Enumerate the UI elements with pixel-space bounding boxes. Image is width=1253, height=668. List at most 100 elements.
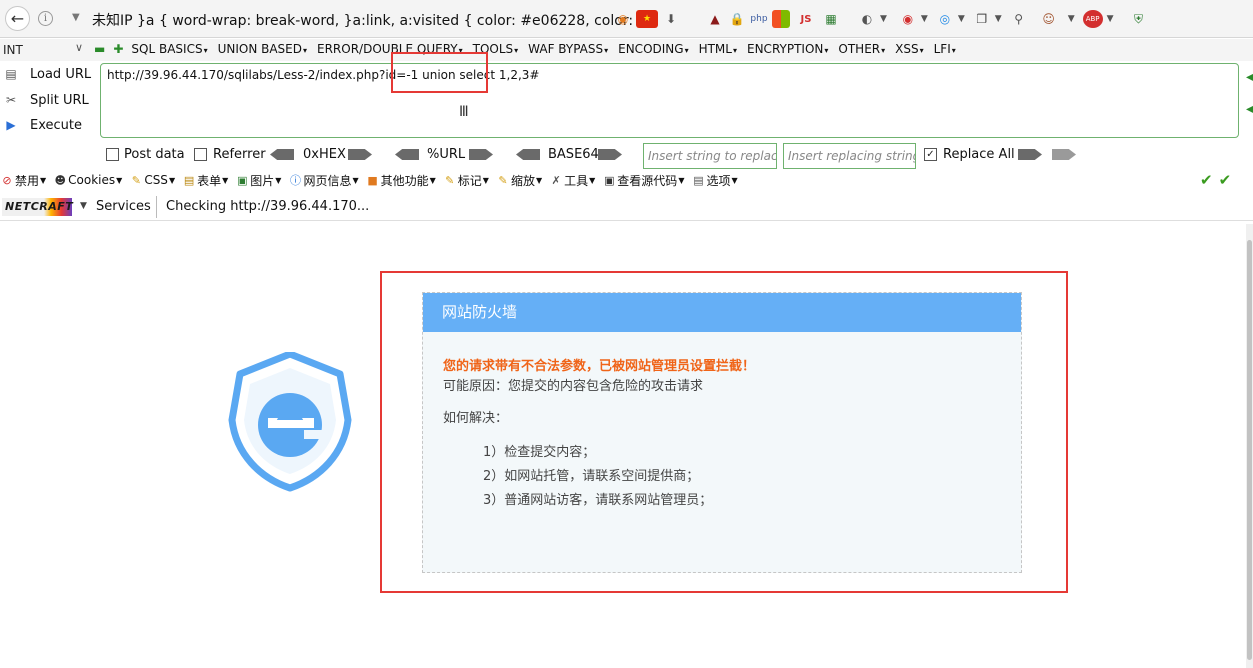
base64-decode-arrow-icon[interactable]	[516, 149, 540, 160]
menu-sql-basics[interactable]: SQL BASICS	[131, 42, 207, 56]
magnifier-icon[interactable]: ⚲	[1010, 10, 1028, 28]
load-url-icon: ▤	[5, 67, 17, 81]
toolbar-resize[interactable]: ✎ 缩放 ▼	[496, 172, 542, 189]
record-icon[interactable]: ◉	[899, 10, 917, 28]
tools-icon: ✗	[551, 173, 561, 187]
monkey-caret-icon[interactable]: ▼	[1068, 14, 1075, 24]
menu-other[interactable]: OTHER	[838, 42, 885, 56]
php-icon[interactable]: php	[750, 10, 768, 28]
referrer-checkbox[interactable]	[194, 148, 207, 161]
firewall-how: 如何解决：	[443, 411, 509, 426]
scissors-icon: ✂	[5, 93, 17, 107]
screenshot-icon[interactable]: ❐	[973, 10, 991, 28]
shield-ext-icon[interactable]: ⛨	[1130, 10, 1148, 28]
injection-type-select[interactable]: INT ∨	[0, 40, 86, 59]
back-button[interactable]: ←	[5, 6, 30, 31]
menu-lfi[interactable]: LFI	[934, 42, 956, 56]
toolbar-misc[interactable]: ■ 其他功能 ▼	[366, 172, 435, 189]
firewall-alert: 您的请求带有不合法参数，已被网站管理员设置拦截！	[443, 359, 756, 374]
validation-check-icons[interactable]: ✔✔	[1200, 171, 1237, 189]
dropdown-arrow-icon[interactable]: ▼	[72, 12, 80, 23]
menu-xss[interactable]: XSS	[895, 42, 923, 56]
adblock-icon[interactable]: ABP	[1082, 10, 1103, 28]
injection-type-value: INT	[3, 42, 23, 57]
download-icon[interactable]: ⬇	[662, 10, 680, 28]
toolbar-page-info[interactable]: ⓘ 网页信息 ▼	[288, 172, 359, 189]
replace-all-checkbox[interactable]: ✓	[924, 148, 937, 161]
js-icon[interactable]: JS	[794, 10, 818, 28]
firewall-card: 网站防火墙 您的请求带有不合法参数，已被网站管理员设置拦截！ 可能原因：您提交的…	[422, 292, 1022, 573]
globe-caret-icon[interactable]: ▼	[958, 14, 965, 24]
toolbar-css[interactable]: ✎ CSS ▼	[129, 173, 175, 187]
toolbar-tools[interactable]: ✗ 工具 ▼	[549, 172, 596, 189]
split-url-button[interactable]: ✂ Split URL	[0, 89, 96, 111]
replacing-string-input[interactable]: Insert replacing string	[783, 143, 916, 169]
toolbar-forms[interactable]: ▤ 表单 ▼	[182, 172, 228, 189]
record-caret-icon[interactable]: ▼	[921, 14, 928, 24]
menu-html[interactable]: HTML	[699, 42, 737, 56]
toolbar-forms-label: 表单	[197, 173, 222, 188]
netcraft-caret-icon[interactable]: ▼	[80, 201, 87, 211]
toolbar-images[interactable]: ▣ 图片 ▼	[235, 172, 281, 189]
highlight-box	[391, 52, 488, 93]
base64-encode-arrow-icon[interactable]	[598, 149, 622, 160]
base64-label: BASE64	[548, 147, 599, 162]
url-decode-arrow-icon[interactable]	[395, 149, 419, 160]
hackbar-menu-items: ▬ ✚ SQL BASICS UNION BASED ERROR/DOUBLE …	[94, 42, 966, 56]
screenshot-caret-icon[interactable]: ▼	[995, 14, 1002, 24]
url-encode-arrow-icon[interactable]	[469, 149, 493, 160]
toolbar-cookies[interactable]: ☻ Cookies ▼	[53, 173, 122, 187]
insert-string-input[interactable]: Insert string to replace	[643, 143, 777, 169]
scroll-thumb[interactable]	[1247, 240, 1252, 660]
plus-icon[interactable]: ✚	[113, 42, 123, 56]
menu-encoding[interactable]: ENCODING	[618, 42, 688, 56]
post-data-checkbox[interactable]	[106, 148, 119, 161]
windows-icon[interactable]	[772, 10, 790, 28]
menu-waf-bypass[interactable]: WAF BYPASS	[528, 42, 608, 56]
toolbar-view-source[interactable]: ▣ 查看源代码 ▼	[602, 172, 684, 189]
toolbar-outline[interactable]: ✎ 标记 ▼	[443, 172, 489, 189]
disable-icon: ⊘	[2, 173, 12, 187]
netcraft-logo[interactable]: NETCRAFT	[2, 198, 73, 216]
translate-icon[interactable]: ▦	[822, 10, 840, 28]
resize-pencil-icon: ✎	[498, 173, 508, 187]
marker-icon: ✎	[445, 173, 455, 187]
toolbar-disable[interactable]: ⊘ 禁用 ▼	[0, 172, 46, 189]
url-enc-label: %URL	[427, 147, 466, 162]
adblock-caret-icon[interactable]: ▼	[1107, 14, 1114, 24]
text-cursor-icon: Ⅲ	[459, 104, 469, 120]
info-icon[interactable]: i	[38, 11, 53, 26]
netcraft-services[interactable]: Services	[96, 199, 151, 214]
hex-encode-arrow-icon[interactable]	[348, 149, 372, 160]
palette-caret-icon[interactable]: ▼	[880, 14, 887, 24]
post-data-label: Post data	[124, 147, 185, 162]
firefox-icon[interactable]: ◉	[614, 10, 632, 28]
toolbar-page-info-label: 网页信息	[303, 173, 352, 188]
china-flag-icon[interactable]: ★	[636, 10, 658, 28]
replace-all-label: Replace All	[943, 147, 1015, 162]
back-arrow-icon: ←	[10, 9, 25, 28]
webdev-toolbar: ⊘ 禁用 ▼ ☻ Cookies ▼ ✎ CSS ▼ ▤ 表单 ▼ ▣ 图片 ▼ ⓘ 网页信息 ▼ ■ 其…	[0, 169, 1253, 191]
hex-decode-arrow-icon[interactable]	[270, 149, 294, 160]
minus-icon[interactable]: ▬	[94, 42, 105, 56]
split-url-label: Split URL	[30, 92, 89, 108]
execute-button[interactable]: ▶ Execute	[0, 114, 96, 136]
url-bar-text[interactable]: 未知IP }a { word-wrap: break-word, }a:link…	[92, 10, 632, 30]
replace-back-arrow-icon[interactable]	[1052, 149, 1076, 160]
monitor-icon: ▣	[604, 173, 615, 187]
toolbar-resize-label: 缩放	[510, 173, 535, 188]
hackbar-icon[interactable]: ▲	[706, 10, 724, 28]
globe-icon[interactable]: ◎	[936, 10, 954, 28]
toolbar-outline-label: 标记	[457, 173, 482, 188]
load-url-button[interactable]: ▤ Load URL	[0, 63, 96, 85]
url-textarea[interactable]: http://39.96.44.170/sqlilabs/Less-2/inde…	[100, 63, 1239, 138]
side-arrows-icon[interactable]: ◀ ◀	[1246, 70, 1253, 118]
replace-arrow-icon[interactable]	[1018, 149, 1042, 160]
lock-icon[interactable]: 🔒	[728, 10, 746, 28]
monkey-icon[interactable]: ☺	[1040, 10, 1058, 28]
menu-encryption[interactable]: ENCRYPTION	[747, 42, 828, 56]
info-circle-icon: ⓘ	[289, 174, 301, 187]
toolbar-options[interactable]: ▤ 选项 ▼	[691, 172, 737, 189]
menu-union-based[interactable]: UNION BASED	[218, 42, 307, 56]
palette-icon[interactable]: ◐	[858, 10, 876, 28]
